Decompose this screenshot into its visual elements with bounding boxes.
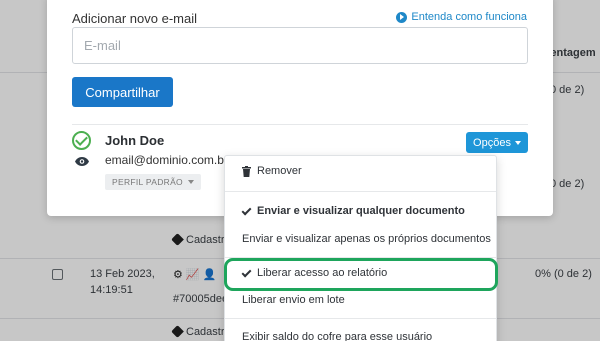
trash-icon	[242, 165, 251, 177]
profile-badge-label: PERFIL PADRÃO	[112, 177, 183, 187]
menu-item-show-vault-balance[interactable]: Exibir saldo do cofre para esse usuário	[242, 331, 432, 341]
add-email-label: Adicionar novo e-mail	[72, 11, 198, 26]
checkmark-icon	[241, 205, 252, 215]
profile-selector[interactable]: PERFIL PADRÃO	[105, 174, 201, 190]
divider	[225, 318, 496, 319]
divider	[72, 124, 528, 125]
menu-item-remove[interactable]: Remover	[242, 165, 302, 177]
menu-item-label: Exibir saldo do cofre para esse usuário	[242, 331, 433, 341]
menu-item-send-view-any[interactable]: Enviar e visualizar qualquer documento	[241, 205, 465, 217]
check-circle-icon	[72, 131, 91, 150]
eye-icon[interactable]	[75, 157, 89, 166]
share-button[interactable]: Compartilhar	[72, 77, 173, 107]
help-link-label: Entenda como funciona	[411, 11, 527, 23]
menu-item-send-view-own[interactable]: Enviar e visualizar apenas os próprios d…	[242, 233, 491, 245]
options-button[interactable]: Opções	[466, 132, 528, 153]
menu-item-batch-send[interactable]: Liberar envio em lote	[242, 294, 345, 306]
menu-item-label: Enviar e visualizar qualquer documento	[257, 205, 465, 217]
divider	[225, 257, 496, 258]
checkmark-icon	[241, 267, 252, 277]
email-input[interactable]	[72, 27, 528, 64]
play-circle-icon	[396, 11, 408, 23]
menu-item-label: Liberar envio em lote	[242, 294, 345, 306]
menu-item-report-access[interactable]: Liberar acesso ao relatório	[241, 267, 388, 279]
user-email: email@dominio.com.br	[105, 153, 228, 167]
divider	[225, 191, 496, 192]
menu-item-label: Liberar acesso ao relatório	[257, 267, 388, 279]
help-link[interactable]: Entenda como funciona	[396, 11, 527, 23]
caret-down-icon	[187, 180, 194, 184]
user-name: John Doe	[105, 133, 165, 148]
options-button-label: Opções	[473, 136, 511, 149]
menu-item-label: Remover	[257, 165, 302, 177]
menu-item-label: Enviar e visualizar apenas os próprios d…	[242, 233, 491, 245]
options-dropdown: Remover Enviar e visualizar qualquer doc…	[224, 155, 497, 341]
caret-down-icon	[514, 140, 521, 145]
